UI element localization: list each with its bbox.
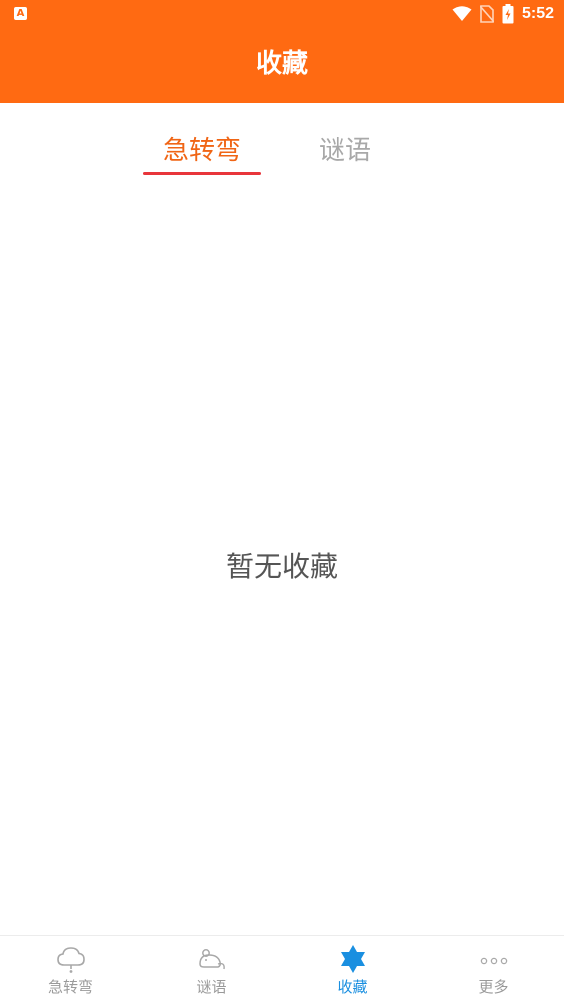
mouse-icon — [198, 949, 225, 970]
status-time: 5:52 — [521, 5, 554, 22]
nav-item-brain-teaser[interactable]: 急转弯 — [0, 936, 141, 1002]
status-icons: 5:52 — [452, 4, 554, 24]
tab-bar: 急转弯 谜语 — [0, 103, 564, 183]
page-title: 收藏 — [255, 49, 308, 79]
status-bar: A 5:52 — [0, 0, 564, 28]
active-tab-indicator — [143, 172, 261, 175]
cloud-icon — [56, 947, 85, 973]
nav-item-riddle[interactable]: 谜语 — [141, 936, 282, 1002]
nav-label: 谜语 — [196, 978, 227, 996]
more-dots-icon — [480, 957, 507, 965]
tab-riddle[interactable]: 谜语 — [300, 131, 390, 171]
wifi-icon — [452, 6, 472, 21]
empty-state-message: 暂无收藏 — [225, 550, 338, 583]
no-sim-icon — [479, 5, 494, 23]
nav-label: 收藏 — [337, 978, 368, 996]
nav-label: 急转弯 — [47, 978, 93, 996]
nav-label: 更多 — [478, 978, 509, 996]
nav-item-more[interactable]: 更多 — [423, 936, 564, 1002]
star-icon — [340, 945, 365, 973]
app-notification-icon: A — [14, 7, 27, 20]
nav-item-favorites[interactable]: 收藏 — [282, 936, 423, 1002]
title-bar: 收藏 — [0, 28, 564, 103]
tab-brain-teaser[interactable]: 急转弯 — [143, 131, 261, 171]
bottom-nav: 急转弯 谜语 收藏 更多 — [0, 935, 564, 1002]
battery-charging-icon — [502, 4, 514, 24]
